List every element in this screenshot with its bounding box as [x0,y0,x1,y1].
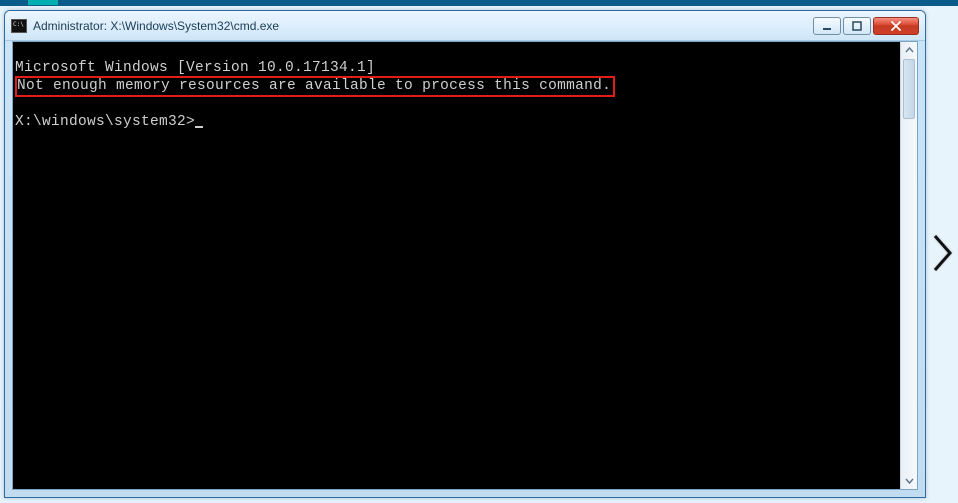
chevron-down-icon [905,476,914,485]
titlebar[interactable]: Administrator: X:\Windows\System32\cmd.e… [5,11,925,41]
close-button[interactable] [873,17,919,35]
client-area: Microsoft Windows [Version 10.0.17134.1]… [12,41,918,490]
window-controls [813,17,919,35]
scrollbar-thumb[interactable] [903,59,915,119]
scroll-down-button[interactable] [901,472,918,489]
console-output: Microsoft Windows [Version 10.0.17134.1]… [13,42,900,132]
error-line: Not enough memory resources are availabl… [17,78,611,94]
background-fragment [0,0,958,6]
vertical-scrollbar[interactable] [900,42,917,489]
cmd-icon [11,19,27,33]
error-line-highlight: Not enough memory resources are availabl… [15,76,615,97]
chevron-right-icon [932,233,954,273]
prompt: X:\windows\system32> [15,114,195,130]
window-title: Administrator: X:\Windows\System32\cmd.e… [33,19,279,33]
maximize-button[interactable] [843,17,871,35]
cmd-window: Administrator: X:\Windows\System32\cmd.e… [4,10,926,498]
console-viewport[interactable]: Microsoft Windows [Version 10.0.17134.1]… [13,42,900,489]
scroll-up-button[interactable] [901,42,918,59]
minimize-button[interactable] [813,17,841,35]
chevron-up-icon [905,46,914,55]
version-line: Microsoft Windows [Version 10.0.17134.1] [15,60,375,76]
scrollbar-track[interactable] [901,59,917,472]
next-overlay-button[interactable] [928,225,958,280]
text-cursor [195,126,203,128]
